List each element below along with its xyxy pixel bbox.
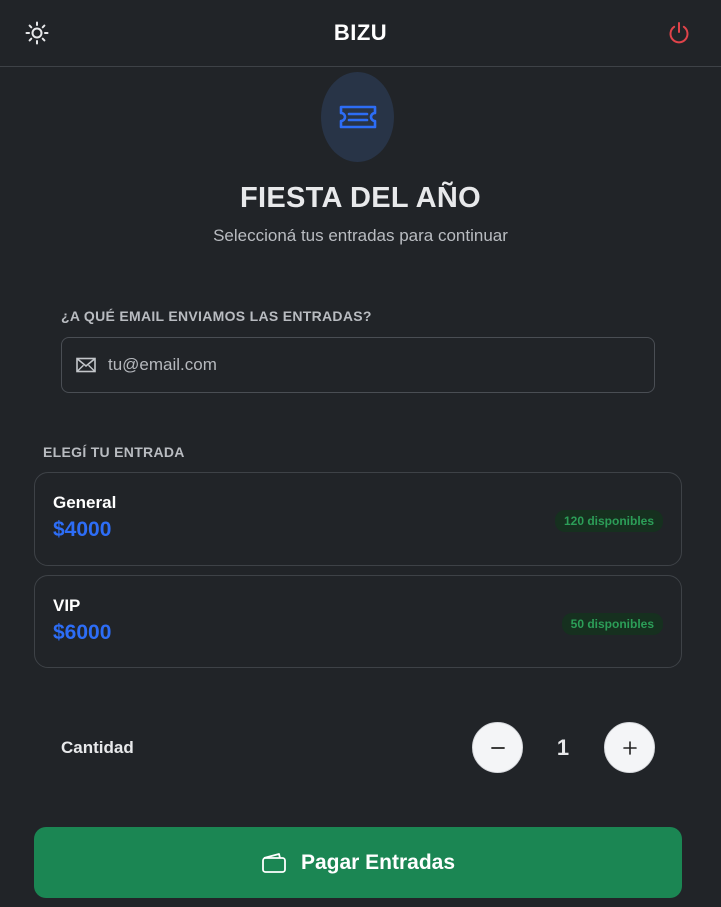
ticket-icon — [339, 105, 376, 129]
availability-badge: 120 disponibles — [554, 510, 663, 532]
sun-icon — [25, 21, 49, 45]
event-title: FIESTA DEL AÑO — [239, 182, 482, 214]
quantity-label: Cantidad — [61, 738, 134, 757]
wallet-icon — [262, 852, 286, 873]
event-badge — [321, 72, 394, 162]
mail-icon — [76, 357, 96, 373]
plus-icon — [622, 740, 637, 755]
brand-logo-text: BIZU — [333, 20, 388, 45]
app-header: BIZU — [0, 0, 721, 67]
quantity-value: 1 — [556, 735, 570, 760]
pay-button-label: Pagar Entradas — [300, 850, 456, 874]
ticket-price: $4000 — [53, 518, 112, 541]
event-subtitle: Seleccioná tus entradas para continuar — [213, 226, 508, 245]
email-input[interactable] — [108, 355, 608, 375]
email-label: ¿A QUÉ EMAIL ENVIAMOS LAS ENTRADAS? — [61, 308, 372, 324]
quantity-decrease-button[interactable] — [472, 722, 523, 773]
ticket-option-general[interactable]: General $4000 120 disponibles — [34, 472, 682, 566]
ticket-section-label: ELEGÍ TU ENTRADA — [43, 444, 185, 460]
ticket-name: General — [53, 493, 117, 512]
minus-icon — [490, 746, 505, 749]
ticket-name: VIP — [53, 596, 81, 615]
email-field[interactable] — [61, 337, 655, 393]
ticket-price: $6000 — [53, 621, 112, 644]
power-icon — [669, 22, 689, 44]
ticket-checkout-page: BIZU FIESTA DEL AÑO Seleccioná tus entra… — [0, 0, 721, 907]
ticket-option-vip[interactable]: VIP $6000 50 disponibles — [34, 575, 682, 668]
theme-toggle-button[interactable] — [25, 21, 49, 45]
pay-tickets-button[interactable]: Pagar Entradas — [34, 827, 682, 898]
quantity-increase-button[interactable] — [604, 722, 655, 773]
logout-button[interactable] — [667, 21, 691, 45]
availability-badge: 50 disponibles — [561, 613, 663, 635]
